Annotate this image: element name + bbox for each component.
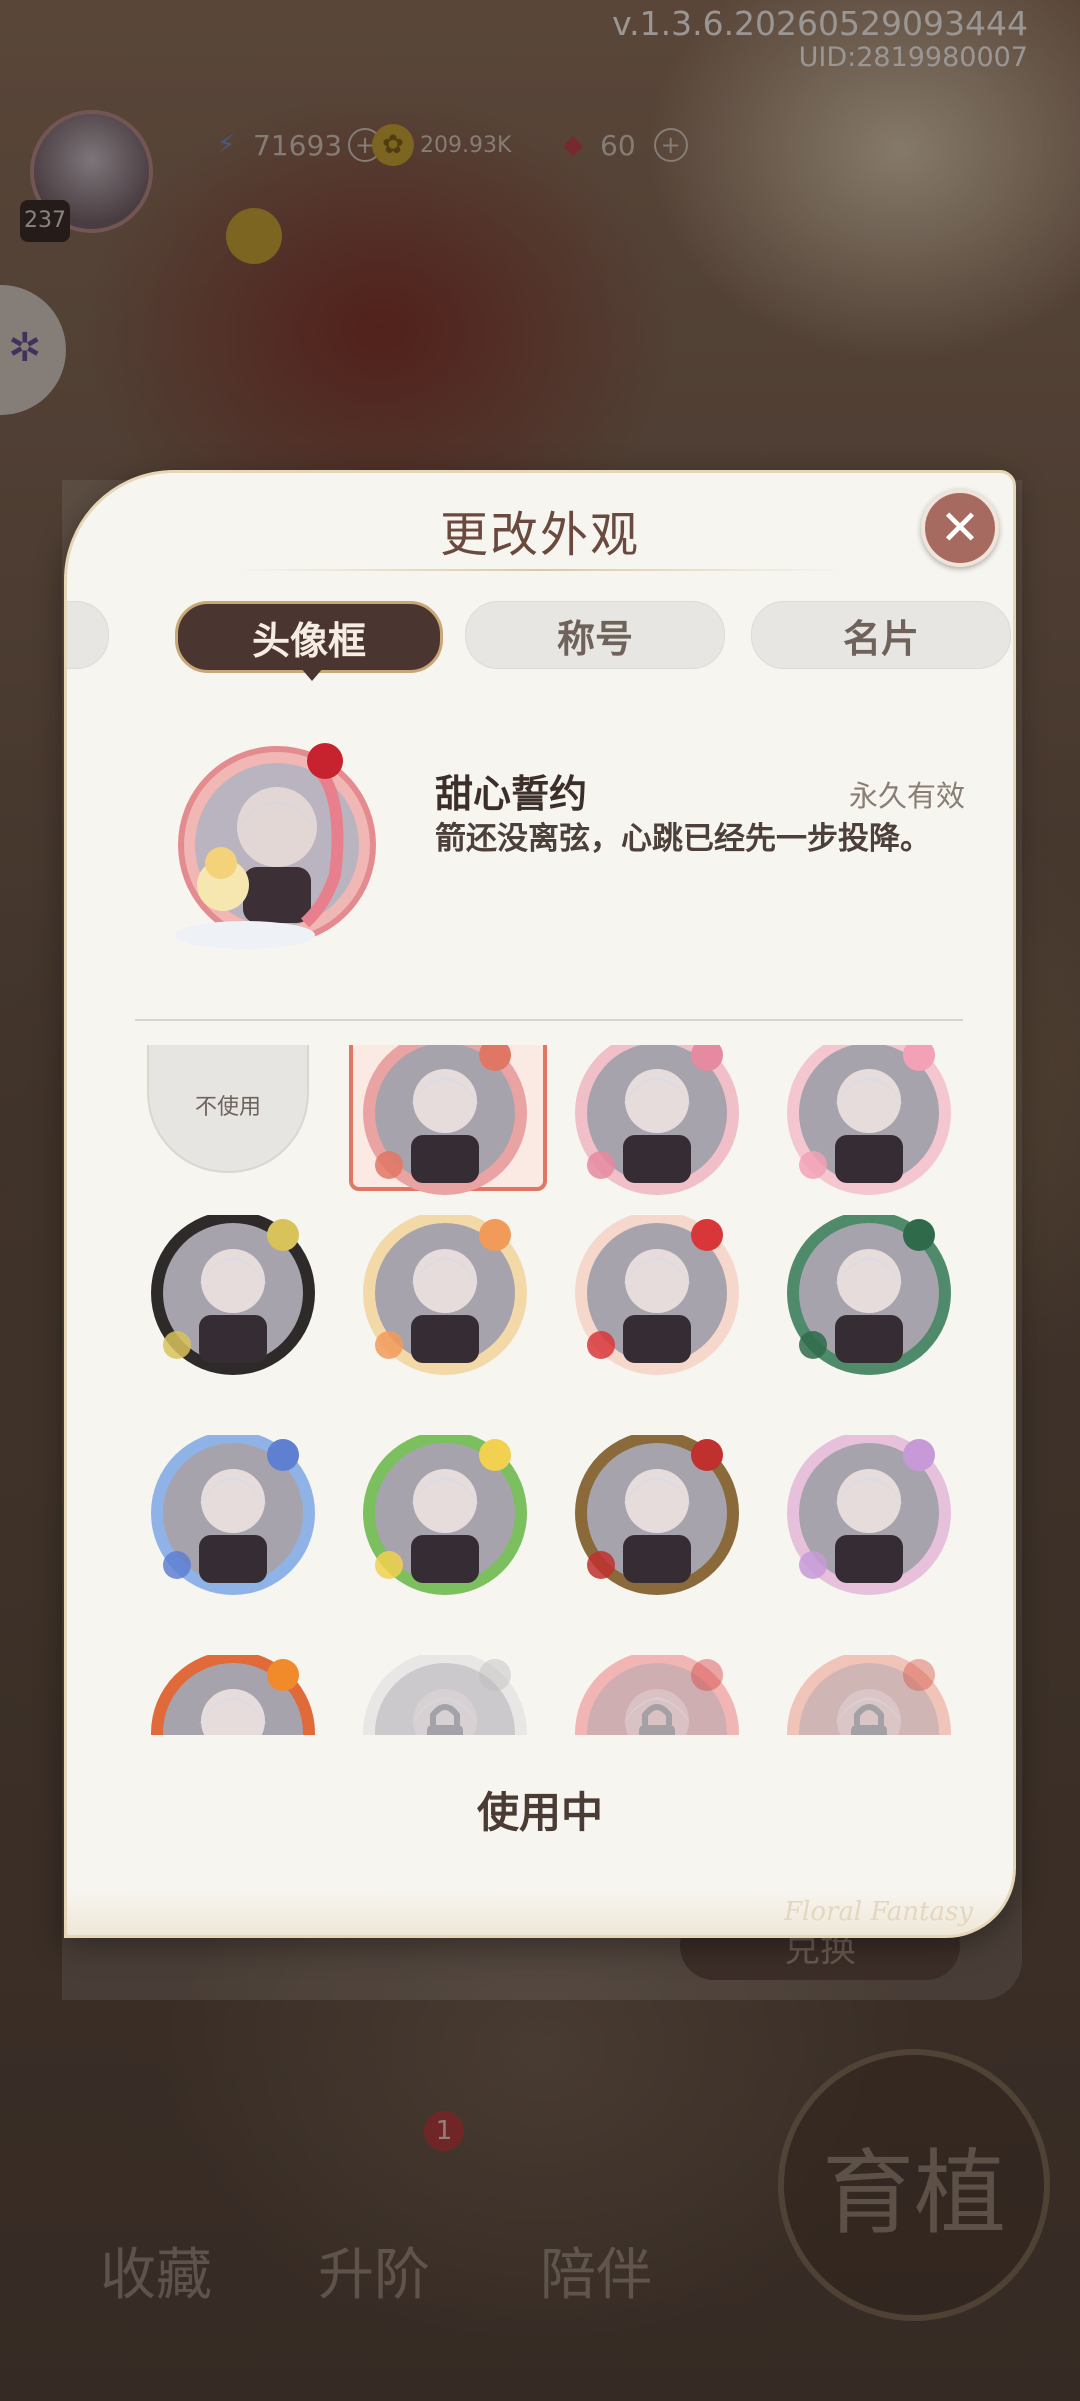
- close-button[interactable]: ✕: [921, 489, 999, 567]
- frame-option[interactable]: [345, 1215, 545, 1415]
- pink-flower-frame-icon: [787, 1045, 951, 1195]
- tab-name-card[interactable]: 名片: [751, 601, 1011, 669]
- frame-option[interactable]: [133, 1435, 333, 1635]
- brand-signature: Floral Fantasy: [783, 1897, 973, 1927]
- section-divider: [135, 1019, 963, 1021]
- frame-option[interactable]: [557, 1045, 757, 1235]
- firework-locked-frame-icon: [575, 1655, 739, 1735]
- frame-option[interactable]: [345, 1435, 545, 1635]
- change-appearance-dialog: 更改外观 ✕ 头像框 称号 名片 甜心誓约 永久有效 箭还没离弦，心跳已经先一步…: [64, 470, 1016, 1938]
- frame-option[interactable]: [769, 1045, 969, 1235]
- close-icon: ✕: [939, 500, 981, 556]
- envelope-rose-frame-icon: [575, 1045, 739, 1195]
- silver-locked-frame-icon: [363, 1655, 527, 1735]
- lion-dance-frame-icon: [575, 1215, 739, 1375]
- gold-crown-frame-icon: [575, 1435, 739, 1595]
- moon-star-frame-icon: [151, 1435, 315, 1595]
- music-note-frame-icon: [151, 1215, 315, 1375]
- lantern-locked-frame-icon: [787, 1655, 951, 1735]
- orange-rose-frame-icon: [151, 1655, 315, 1735]
- frame-option[interactable]: [557, 1435, 757, 1635]
- frame-option[interactable]: [769, 1435, 969, 1635]
- frame-grid: 不使用: [67, 1045, 1013, 1735]
- frame-option[interactable]: [133, 1655, 333, 1735]
- tab-hidden-left[interactable]: [67, 601, 109, 669]
- tab-pointer: [300, 667, 324, 681]
- frame-option[interactable]: [345, 1045, 547, 1235]
- tab-avatar-frame[interactable]: 头像框: [175, 601, 443, 673]
- green-ribbon-frame-icon: [363, 1435, 527, 1595]
- frame-description: 箭还没离弦，心跳已经先一步投降。: [435, 821, 931, 857]
- frame-option[interactable]: [557, 1655, 757, 1735]
- tab-bar: 头像框 称号 名片: [67, 601, 1013, 673]
- lace-veil-frame-icon: [787, 1435, 951, 1595]
- frame-validity: 永久有效: [848, 779, 965, 813]
- frame-option[interactable]: [133, 1215, 333, 1415]
- dialog-title: 更改外观: [439, 507, 640, 563]
- no-frame-label: 不使用: [147, 1045, 309, 1173]
- cupid-ribbon-frame-icon: [363, 1045, 527, 1195]
- frame-option[interactable]: [557, 1215, 757, 1415]
- frame-name: 甜心誓约: [435, 772, 588, 816]
- frame-option[interactable]: [345, 1655, 545, 1735]
- title-divider: [237, 569, 843, 571]
- frame-option[interactable]: [769, 1215, 969, 1415]
- in-use-status: 使用中: [476, 1788, 603, 1837]
- pine-tree-frame-icon: [787, 1215, 951, 1375]
- frame-option[interactable]: [769, 1655, 969, 1735]
- cookie-cherry-frame-icon: [363, 1215, 527, 1375]
- selected-frame-preview: [175, 743, 376, 949]
- tab-title[interactable]: 称号: [465, 601, 725, 669]
